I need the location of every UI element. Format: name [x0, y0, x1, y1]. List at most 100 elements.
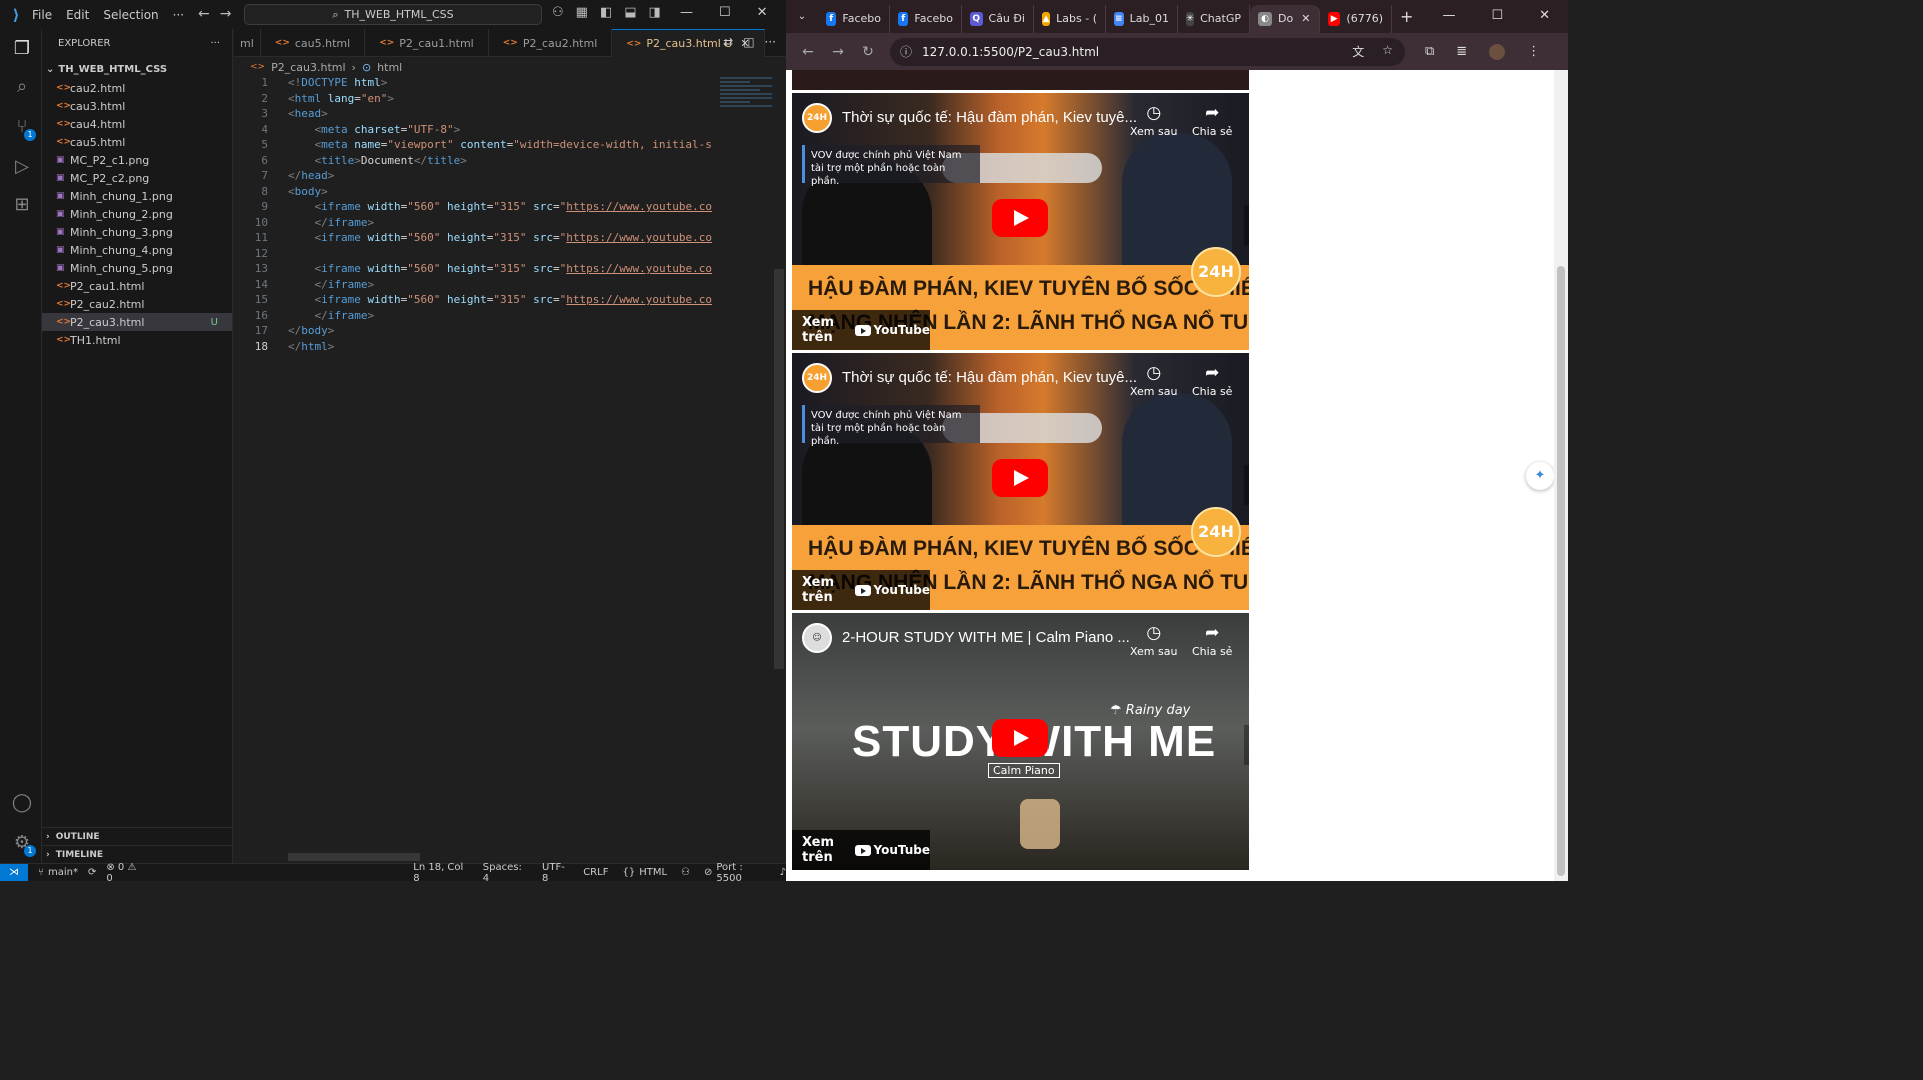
menu-edit[interactable]: Edit: [66, 8, 89, 22]
share-button[interactable]: ➦ Chia sẻ: [1192, 623, 1232, 658]
back-arrow-icon[interactable]: ←: [800, 44, 816, 60]
funding-notice[interactable]: VOV được chính phủ Việt Nam tài trợ một …: [802, 145, 980, 187]
extensions-icon[interactable]: ⧉: [1425, 44, 1434, 59]
file-item[interactable]: <> cau3.html: [42, 97, 232, 115]
extensions-icon[interactable]: ⊞: [10, 193, 34, 217]
toggle-panel-icon[interactable]: ⬓: [624, 5, 636, 20]
watch-later-button[interactable]: ◷ Xem sau: [1130, 103, 1177, 138]
play-button[interactable]: [992, 459, 1048, 497]
file-item[interactable]: <> TH1.html: [42, 331, 232, 349]
browser-tab[interactable]: Q Câu Đi: [962, 4, 1034, 33]
menu-more[interactable]: ···: [173, 8, 184, 22]
tab-p2-cau1[interactable]: <> P2_cau1.html: [365, 29, 489, 57]
profile-avatar[interactable]: [1489, 43, 1506, 60]
search-view-icon[interactable]: ⌕: [10, 75, 34, 99]
next-arrow-icon[interactable]: ‹: [1244, 725, 1249, 765]
more-actions-icon[interactable]: ···: [765, 35, 776, 49]
browser-tab[interactable]: ≡ Lab_01: [1106, 4, 1178, 33]
browser-tab[interactable]: ◐ Do ✕: [1250, 4, 1320, 33]
live-server-port[interactable]: Port : 5500: [716, 862, 767, 882]
outline-section[interactable]: › OUTLINE: [42, 827, 233, 845]
new-tab-icon[interactable]: +: [1400, 7, 1413, 26]
page-scrollbar[interactable]: [1554, 70, 1568, 881]
back-arrow-icon[interactable]: ←: [198, 6, 210, 22]
timeline-section[interactable]: › TIMELINE: [42, 845, 233, 863]
video-embed-1[interactable]: 24H Thời sự quốc tế: Hậu đàm phán, Kiev …: [792, 93, 1249, 350]
video-embed-2[interactable]: 24H Thời sự quốc tế: Hậu đàm phán, Kiev …: [792, 353, 1249, 610]
sparkle-assistant-icon[interactable]: ✦: [1526, 462, 1554, 490]
encoding[interactable]: UTF-8: [542, 862, 569, 882]
next-arrow-icon[interactable]: ‹: [1244, 205, 1249, 245]
toggle-secondary-sidebar-icon[interactable]: ◨: [649, 5, 661, 20]
sync-icon[interactable]: ⟳: [88, 867, 96, 878]
close-tab-icon[interactable]: ✕: [1301, 12, 1310, 25]
file-item[interactable]: <> cau5.html: [42, 133, 232, 151]
video-title[interactable]: Thời sự quốc tế: Hậu đàm phán, Kiev tuyê…: [842, 109, 1137, 126]
browser-tab[interactable]: ✳ ChatGP: [1178, 4, 1250, 33]
chrome-menu-icon[interactable]: ⋮: [1527, 44, 1540, 59]
translate-icon[interactable]: 文: [1352, 43, 1364, 60]
site-info-icon[interactable]: ⓘ: [900, 43, 912, 60]
vertical-scrollbar[interactable]: [774, 269, 784, 669]
video-title[interactable]: 2-HOUR STUDY WITH ME | Calm Piano ...: [842, 629, 1130, 646]
watch-on-youtube-button[interactable]: Xem trên YouTube: [792, 310, 930, 350]
toggle-sidebar-icon[interactable]: ◧: [600, 5, 612, 20]
share-button[interactable]: ➦ Chia sẻ: [1192, 103, 1232, 138]
close-icon[interactable]: ✕: [1539, 8, 1550, 23]
play-button[interactable]: [992, 719, 1048, 757]
close-icon[interactable]: ✕: [757, 5, 768, 20]
maximize-icon[interactable]: ☐: [719, 5, 731, 20]
watch-on-youtube-button[interactable]: Xem trên YouTube: [792, 570, 930, 610]
tab-partial[interactable]: ml: [234, 29, 261, 57]
tab-p2-cau2[interactable]: <> P2_cau2.html: [489, 29, 613, 57]
split-editor-icon[interactable]: ◫: [743, 35, 754, 49]
browser-tab[interactable]: f Facebo: [818, 4, 890, 33]
tab-search-icon[interactable]: ⌄: [786, 11, 818, 22]
forward-arrow-icon[interactable]: →: [830, 44, 846, 60]
reload-icon[interactable]: ↻: [860, 44, 876, 60]
explorer-icon[interactable]: ❐: [10, 37, 34, 61]
maximize-icon[interactable]: ☐: [1491, 8, 1503, 23]
browser-tab[interactable]: ▶ (6776): [1320, 4, 1392, 33]
video-embed-3[interactable]: ☺ 2-HOUR STUDY WITH ME | Calm Piano ... …: [792, 613, 1249, 870]
channel-avatar[interactable]: 24H: [802, 103, 832, 133]
browser-tab[interactable]: ▲ Labs - (: [1034, 4, 1106, 33]
file-item[interactable]: ▣ Minh_chung_3.png: [42, 223, 232, 241]
funding-notice[interactable]: VOV được chính phủ Việt Nam tài trợ một …: [802, 405, 980, 447]
layout-icon[interactable]: ▦: [576, 5, 588, 20]
channel-avatar[interactable]: ☺: [802, 623, 832, 653]
menu-file[interactable]: File: [32, 8, 52, 22]
forward-arrow-icon[interactable]: →: [220, 6, 232, 22]
file-item[interactable]: ▣ MC_P2_c1.png: [42, 151, 232, 169]
file-item[interactable]: <> P2_cau3.html U: [42, 313, 232, 331]
explorer-more-button[interactable]: ···: [210, 38, 220, 49]
watch-later-button[interactable]: ◷ Xem sau: [1130, 623, 1177, 658]
problems-count[interactable]: ⊗ 0 ⚠ 0: [106, 862, 143, 882]
branch-name[interactable]: main*: [48, 867, 78, 878]
watch-on-youtube-button[interactable]: Xem trên YouTube: [792, 830, 930, 870]
copilot-status-icon[interactable]: ⚇: [681, 867, 690, 878]
horizontal-scrollbar[interactable]: [288, 853, 420, 861]
watch-later-button[interactable]: ◷ Xem sau: [1130, 363, 1177, 398]
video-title[interactable]: Thời sự quốc tế: Hậu đàm phán, Kiev tuyê…: [842, 369, 1137, 386]
settings-gear-icon[interactable]: ⚙ 1: [10, 831, 36, 857]
compare-icon[interactable]: ⇄: [723, 35, 733, 49]
remote-icon[interactable]: ⋊: [0, 863, 28, 881]
minimap[interactable]: [714, 75, 778, 155]
menu-selection[interactable]: Selection: [103, 8, 158, 22]
breadcrumb-element[interactable]: html: [377, 61, 402, 74]
file-item[interactable]: ▣ Minh_chung_1.png: [42, 187, 232, 205]
command-center-search[interactable]: ⌕ TH_WEB_HTML_CSS: [244, 4, 542, 25]
tab-cau5[interactable]: <> cau5.html: [261, 29, 366, 57]
play-button[interactable]: [992, 199, 1048, 237]
source-control-icon[interactable]: ⑂ 1: [10, 115, 36, 141]
code-editor[interactable]: 1 <!DOCTYPE html> 2 <html lang="en"> 3 <hea…: [234, 75, 712, 855]
language-mode[interactable]: HTML: [639, 867, 667, 878]
next-arrow-icon[interactable]: ‹: [1244, 465, 1249, 505]
copilot-icon[interactable]: ⚇: [552, 5, 564, 20]
minimize-icon[interactable]: —: [1442, 8, 1455, 23]
file-item[interactable]: ▣ Minh_chung_5.png: [42, 259, 232, 277]
bookmark-star-icon[interactable]: ☆: [1382, 43, 1393, 60]
minimize-icon[interactable]: —: [680, 5, 693, 20]
line-ending[interactable]: CRLF: [583, 867, 608, 878]
